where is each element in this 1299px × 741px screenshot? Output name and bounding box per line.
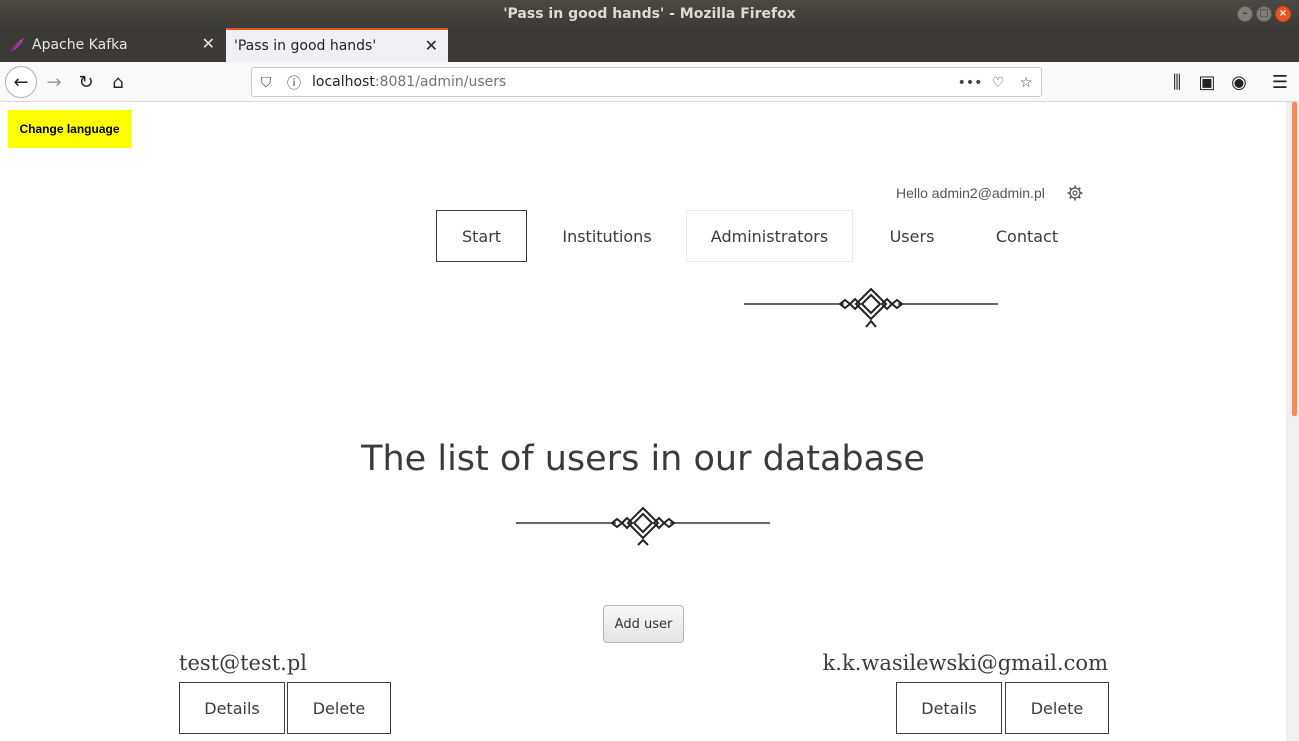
home-icon[interactable]: ⌂ xyxy=(106,70,130,94)
back-arrow-icon[interactable]: ← xyxy=(5,66,37,98)
hamburger-menu-icon[interactable]: ☰ xyxy=(1268,70,1292,94)
reload-icon[interactable]: ↻ xyxy=(74,70,98,94)
window-title: 'Pass in good hands' - Mozilla Firefox xyxy=(503,6,796,22)
close-tab-icon[interactable]: ✕ xyxy=(425,38,438,54)
url-bar[interactable]: ⛉ ⓘ localhost:8081/admin/users ••• ♡ ☆ xyxy=(251,67,1042,97)
info-icon[interactable]: ⓘ xyxy=(284,73,304,93)
nav-administrators[interactable]: Administrators xyxy=(686,210,853,262)
nav-users[interactable]: Users xyxy=(872,210,952,262)
tab-label: 'Pass in good hands' xyxy=(234,38,377,54)
change-language-button[interactable]: Change language xyxy=(8,110,131,148)
page-title: The list of users in our database xyxy=(361,439,925,479)
page-content: Change language Hello admin2@admin.pl St… xyxy=(0,102,1286,741)
decorative-ornament xyxy=(516,506,770,546)
nav-institutions[interactable]: Institutions xyxy=(547,210,667,262)
page-actions-icon[interactable]: ••• xyxy=(958,73,983,93)
tab-apache-kafka[interactable]: Apache Kafka ✕ xyxy=(0,28,225,62)
tab-pass-in-good-hands[interactable]: 'Pass in good hands' ✕ xyxy=(226,28,448,62)
vertical-scrollbar[interactable] xyxy=(1286,102,1299,741)
bookmark-star-icon[interactable]: ☆ xyxy=(1016,73,1036,93)
navigation-toolbar: ← → ↻ ⌂ ⛉ ⓘ localhost:8081/admin/users •… xyxy=(0,62,1299,102)
add-user-button[interactable]: Add user xyxy=(603,605,684,643)
forward-arrow-icon[interactable]: → xyxy=(42,70,66,94)
nav-contact[interactable]: Contact xyxy=(980,210,1074,262)
user-details-button[interactable]: Details xyxy=(179,682,285,734)
user-details-button[interactable]: Details xyxy=(896,682,1002,734)
tab-strip: Apache Kafka ✕ 'Pass in good hands' ✕ + xyxy=(0,28,1299,83)
library-icon[interactable]: ⫼ xyxy=(1165,70,1189,94)
close-tab-icon[interactable]: ✕ xyxy=(202,36,215,52)
pocket-icon[interactable]: ♡ xyxy=(988,73,1008,93)
url-text[interactable]: localhost:8081/admin/users xyxy=(312,74,506,90)
nav-start[interactable]: Start xyxy=(436,210,527,262)
decorative-ornament xyxy=(744,287,998,328)
user-email: test@test.pl xyxy=(179,651,307,675)
user-email: k.k.wasilewski@gmail.com xyxy=(822,651,1108,675)
window-titlebar: 'Pass in good hands' - Mozilla Firefox –… xyxy=(0,0,1299,28)
greeting-text: Hello admin2@admin.pl xyxy=(896,185,1045,201)
url-host: localhost xyxy=(312,74,375,90)
kafka-feather-icon xyxy=(10,38,24,52)
window-controls: – □ × xyxy=(1237,6,1291,22)
user-delete-button[interactable]: Delete xyxy=(287,682,391,734)
url-path: :8081/admin/users xyxy=(374,74,507,90)
maximize-icon[interactable]: □ xyxy=(1256,6,1272,22)
minimize-icon[interactable]: – xyxy=(1237,6,1253,22)
user-delete-button[interactable]: Delete xyxy=(1005,682,1109,734)
sidebar-icon[interactable]: ▣ xyxy=(1195,70,1219,94)
close-window-icon[interactable]: × xyxy=(1275,6,1291,22)
scrollbar-thumb[interactable] xyxy=(1292,102,1297,416)
gear-icon[interactable] xyxy=(1067,185,1083,201)
account-icon[interactable]: ◉ xyxy=(1227,70,1251,94)
tab-label: Apache Kafka xyxy=(32,37,128,53)
shield-icon[interactable]: ⛉ xyxy=(256,73,276,93)
